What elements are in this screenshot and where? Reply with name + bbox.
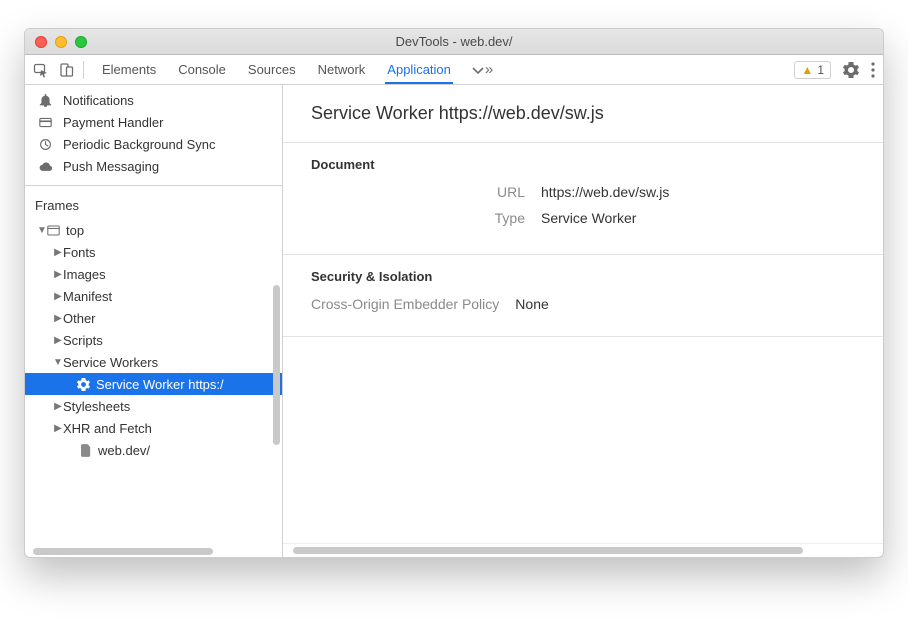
scrollbar-thumb[interactable] [293,547,803,554]
sidebar-vertical-scrollbar[interactable] [273,285,280,445]
bell-icon [39,94,55,107]
scrollbar-thumb[interactable] [33,548,213,555]
tab-console[interactable]: Console [176,56,228,84]
document-icon [81,444,92,457]
tree-node-label: Service Workers [63,355,158,370]
tree-node-label: Scripts [63,333,103,348]
titlebar: DevTools - web.dev/ [25,29,883,55]
clock-icon [39,138,55,151]
tree-node-service-workers[interactable]: ▼ Service Workers [25,351,282,373]
frames-section-title: Frames [25,186,282,219]
more-tabs-icon[interactable]: » [471,56,493,84]
security-section: Security & Isolation Cross-Origin Embedd… [283,255,883,337]
disclosure-triangle-icon[interactable]: ▼ [53,357,63,368]
disclosure-triangle-icon[interactable]: ▶ [53,269,63,280]
tree-node-images[interactable]: ▶ Images [25,263,282,285]
tree-node-label: web.dev/ [98,443,150,458]
tab-elements[interactable]: Elements [100,56,158,84]
sidebar-horizontal-scrollbar[interactable] [25,545,282,557]
cloud-icon [39,160,55,173]
more-options-icon[interactable] [871,62,875,78]
warning-count: 1 [817,63,824,77]
disclosure-triangle-icon[interactable]: ▶ [53,401,63,412]
devtools-window: DevTools - web.dev/ Elements Console Sou… [24,28,884,558]
security-heading: Security & Isolation [311,269,859,284]
tree-node-label: top [66,223,84,238]
sidebar-item-push-messaging[interactable]: Push Messaging [25,155,282,177]
type-value: Service Worker [541,210,636,226]
document-section: Document URL https://web.dev/sw.js Type … [283,143,883,255]
coep-label: Cross-Origin Embedder Policy [311,296,515,312]
kv-coep: Cross-Origin Embedder Policy None [311,296,859,312]
tree-node-label: XHR and Fetch [63,421,152,436]
warnings-badge[interactable]: ▲ 1 [794,61,831,79]
application-sidebar: Notifications Payment Handler Periodic B… [25,85,283,557]
warning-icon: ▲ [801,63,813,77]
panel-body: Notifications Payment Handler Periodic B… [25,85,883,557]
sidebar-item-label: Push Messaging [63,159,159,174]
tree-node-label: Manifest [63,289,112,304]
frame-icon [47,225,60,236]
panel-tabs: Elements Console Sources Network Applica… [100,56,493,84]
devtools-toolbar: Elements Console Sources Network Applica… [25,55,883,85]
tree-node-scripts[interactable]: ▶ Scripts [25,329,282,351]
tree-node-top[interactable]: ▼ top [25,219,282,241]
tree-node-label: Images [63,267,106,282]
sidebar-item-notifications[interactable]: Notifications [25,89,282,111]
tab-sources[interactable]: Sources [246,56,298,84]
gear-icon [77,378,90,391]
sidebar-item-label: Periodic Background Sync [63,137,215,152]
tab-network[interactable]: Network [316,56,368,84]
main-horizontal-scrollbar[interactable] [283,543,883,557]
url-value: https://web.dev/sw.js [541,184,669,200]
tree-node-label: Stylesheets [63,399,130,414]
url-label: URL [311,184,541,200]
tree-node-service-worker-selected[interactable]: Service Worker https:/ [25,373,282,395]
main-panel: Service Worker https://web.dev/sw.js Doc… [283,85,883,557]
tree-node-file-webdev[interactable]: web.dev/ [25,439,282,461]
tree-node-label: Fonts [63,245,96,260]
tree-node-label: Service Worker https:/ [96,377,224,392]
tab-application[interactable]: Application [385,56,453,84]
sidebar-item-label: Payment Handler [63,115,163,130]
settings-icon[interactable] [843,62,859,78]
window-title: DevTools - web.dev/ [25,34,883,49]
disclosure-triangle-icon[interactable]: ▶ [53,423,63,434]
tree-node-manifest[interactable]: ▶ Manifest [25,285,282,307]
kv-url: URL https://web.dev/sw.js [311,184,859,200]
tree-node-fonts[interactable]: ▶ Fonts [25,241,282,263]
device-toolbar-icon[interactable] [59,62,75,78]
disclosure-triangle-icon[interactable]: ▶ [53,313,63,324]
disclosure-triangle-icon[interactable]: ▼ [37,225,47,236]
tree-node-xhr-fetch[interactable]: ▶ XHR and Fetch [25,417,282,439]
tree-node-label: Other [63,311,96,326]
tree-node-stylesheets[interactable]: ▶ Stylesheets [25,395,282,417]
main-title: Service Worker https://web.dev/sw.js [283,85,883,143]
inspect-element-icon[interactable] [33,62,49,78]
sidebar-item-periodic-bg-sync[interactable]: Periodic Background Sync [25,133,282,155]
sidebar-item-payment-handler[interactable]: Payment Handler [25,111,282,133]
frames-tree: ▼ top ▶ Fonts ▶ Images [25,219,282,461]
tree-node-other[interactable]: ▶ Other [25,307,282,329]
document-heading: Document [311,157,859,172]
disclosure-triangle-icon[interactable]: ▶ [53,291,63,302]
kv-type: Type Service Worker [311,210,859,226]
disclosure-triangle-icon[interactable]: ▶ [53,335,63,346]
coep-value: None [515,296,548,312]
type-label: Type [311,210,541,226]
card-icon [39,116,55,129]
sidebar-item-label: Notifications [63,93,134,108]
toolbar-separator [83,61,84,79]
disclosure-triangle-icon[interactable]: ▶ [53,247,63,258]
